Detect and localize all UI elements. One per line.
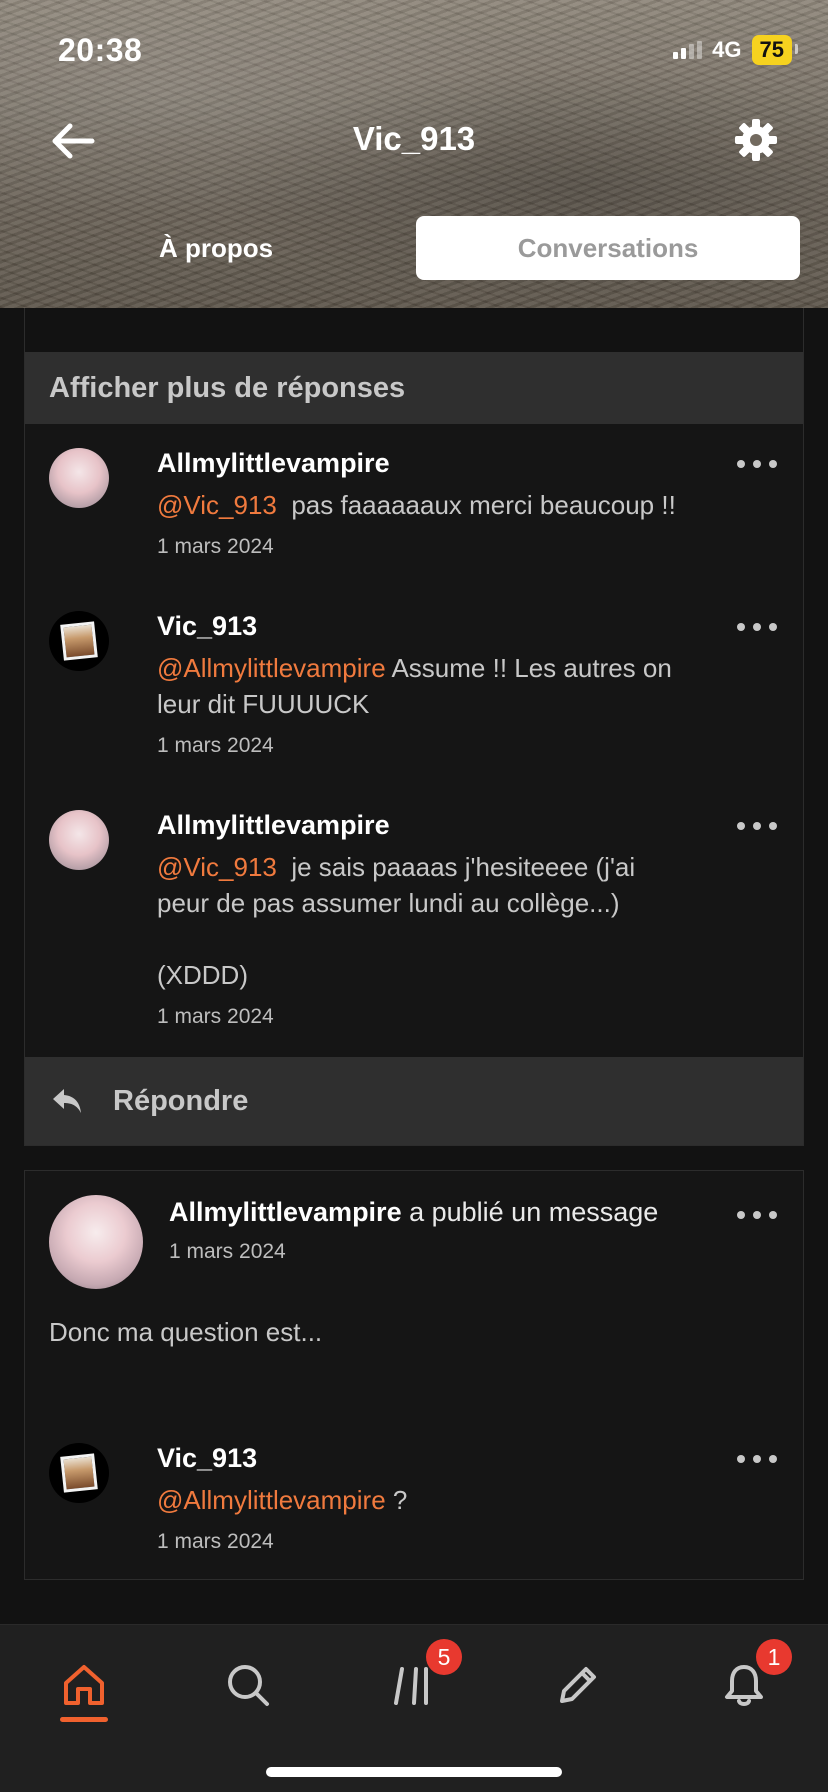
gear-icon	[735, 119, 777, 161]
comment-text: @Vic_913 pas faaaaaaux merci beaucoup !!	[157, 487, 689, 523]
battery-icon: 75	[751, 35, 799, 65]
comment-date: 1 mars 2024	[157, 535, 274, 558]
bottom-nav: 5 1	[0, 1624, 828, 1792]
comment-item: Vic_913 @Allmylittlevampire ? 1 mars 202…	[25, 1419, 803, 1582]
avatar[interactable]	[49, 810, 109, 870]
avatar[interactable]	[49, 1443, 109, 1503]
notification-badge: 1	[756, 1639, 792, 1675]
top-nav: Vic_913	[0, 110, 828, 170]
conversations-feed: Afficher plus de réponses Allmylittlevam…	[24, 308, 804, 1580]
home-icon	[64, 1665, 104, 1705]
comment-body: pas faaaaaaux merci beaucoup !!	[276, 490, 676, 520]
active-tab-indicator	[60, 1717, 108, 1722]
status-indicators: 4G 75	[673, 35, 799, 65]
avatar[interactable]	[49, 1195, 143, 1289]
network-type: 4G	[712, 37, 742, 62]
page-title: Vic_913	[352, 120, 476, 157]
comment-author[interactable]: Allmylittlevampire	[157, 448, 689, 479]
show-more-replies-button[interactable]: Afficher plus de réponses	[25, 352, 803, 424]
more-options-icon[interactable]	[737, 454, 777, 474]
post-meta: Allmylittlevampire a publié un message 1…	[169, 1197, 658, 1264]
nav-library[interactable]: 5	[384, 1639, 462, 1715]
status-time: 20:38	[58, 31, 143, 68]
search-icon	[228, 1665, 269, 1706]
more-options-icon[interactable]	[737, 617, 777, 637]
comment-item: Allmylittlevampire @Vic_913 je sais paaa…	[25, 786, 803, 1057]
mention-link[interactable]: @Vic_913	[157, 490, 277, 520]
comment-author[interactable]: Vic_913	[157, 611, 689, 642]
nav-write[interactable]	[548, 1655, 608, 1715]
pencil-icon	[560, 1667, 596, 1703]
more-options-icon[interactable]	[737, 816, 777, 836]
comment-body: ?	[385, 1485, 408, 1515]
comment-item: Allmylittlevampire @Vic_913 pas faaaaaau…	[25, 424, 803, 587]
comment-text: @Vic_913 je sais paaaas j'hesiteeee (j'a…	[157, 849, 689, 993]
nav-home[interactable]	[54, 1655, 114, 1715]
thread-card: Afficher plus de réponses Allmylittlevam…	[24, 352, 804, 1146]
post-header: Allmylittlevampire a publié un message 1…	[25, 1171, 803, 1297]
nav-notifications[interactable]: 1	[714, 1639, 792, 1715]
status-bar: 20:38 4G 75	[58, 28, 799, 72]
profile-tabs: À propos Conversations	[24, 216, 800, 280]
feed-spacer	[24, 308, 804, 352]
post-text: Donc ma question est...	[49, 1317, 323, 1347]
profile-header: 20:38 4G 75 Vic_913 À propos Conversatio…	[0, 0, 828, 308]
notification-badge: 5	[426, 1639, 462, 1675]
reply-button[interactable]: Répondre	[25, 1057, 803, 1145]
post-card: Allmylittlevampire a publié un message 1…	[24, 1170, 804, 1580]
avatar[interactable]	[49, 611, 109, 671]
comment-date: 1 mars 2024	[157, 1005, 274, 1028]
mention-link[interactable]: @Vic_913	[157, 852, 277, 882]
comment-date: 1 mars 2024	[157, 1530, 274, 1553]
tab-conversations[interactable]: Conversations	[416, 216, 800, 280]
comment-text: @Allmylittlevampire ?	[157, 1482, 689, 1518]
mention-link[interactable]: @Allmylittlevampire	[157, 1485, 386, 1515]
more-options-icon[interactable]	[737, 1205, 777, 1225]
comment-item: Vic_913 @Allmylittlevampire Assume !! Le…	[25, 587, 803, 786]
post-action: a publié un message	[401, 1197, 659, 1227]
post-author[interactable]: Allmylittlevampire	[169, 1197, 402, 1227]
nav-search[interactable]	[218, 1655, 278, 1715]
comment-date: 1 mars 2024	[157, 734, 274, 757]
more-options-icon[interactable]	[737, 1449, 777, 1469]
reply-icon	[53, 1089, 81, 1113]
comment-author[interactable]: Vic_913	[157, 1443, 689, 1474]
home-indicator[interactable]	[266, 1767, 562, 1777]
post-date: 1 mars 2024	[169, 1240, 286, 1263]
reply-label: Répondre	[113, 1084, 249, 1117]
post-title: Allmylittlevampire a publié un message	[169, 1197, 658, 1228]
avatar[interactable]	[49, 448, 109, 508]
settings-button[interactable]	[732, 116, 780, 164]
tab-about[interactable]: À propos	[24, 216, 408, 280]
cellular-signal-icon	[673, 41, 703, 59]
comment-author[interactable]: Allmylittlevampire	[157, 810, 689, 841]
comment-text: @Allmylittlevampire Assume !! Les autres…	[157, 650, 689, 722]
mention-link[interactable]: @Allmylittlevampire	[157, 653, 386, 683]
